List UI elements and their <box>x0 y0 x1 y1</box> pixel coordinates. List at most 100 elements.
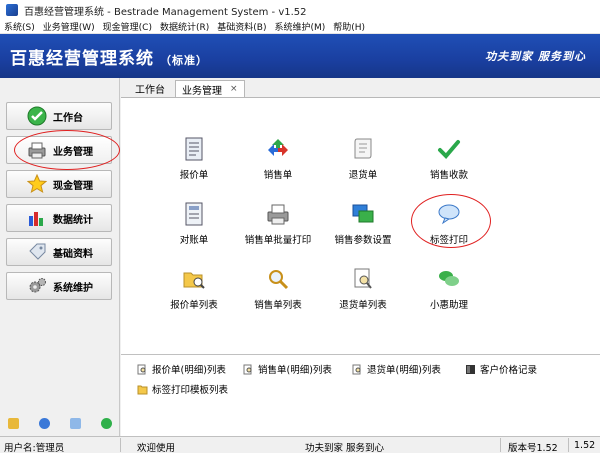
grid-item-label: 标签打印 <box>429 235 468 246</box>
chat-icon <box>436 266 462 292</box>
grid-item-quote-list[interactable]: 报价单列表 <box>149 266 239 311</box>
status-separator <box>120 438 121 452</box>
link-label: 标签打印模板列表 <box>152 385 229 396</box>
sidebar-item-maintenance[interactable]: 系统维护 <box>6 272 112 300</box>
grid-item-label: 销售单 <box>263 170 293 181</box>
status-slogan: 功夫到家 服务到心 <box>305 443 385 453</box>
ledger-icon <box>181 201 207 227</box>
sidebar-item-cash[interactable]: 现金管理 <box>6 170 112 198</box>
page-search-icon <box>352 364 363 375</box>
tab-label: 工作台 <box>135 85 165 96</box>
grid-item-assistant[interactable]: 小惠助理 <box>404 266 494 311</box>
status-version-label: 版本号1.52 <box>508 443 558 453</box>
grid-item-sales-settings[interactable]: 销售参数设置 <box>318 201 408 246</box>
book-icon <box>465 364 476 375</box>
grid-item-label: 销售单批量打印 <box>244 235 312 246</box>
menu-help[interactable]: 帮助(H) <box>333 20 365 33</box>
tab-bar: 工作台 业务管理 × <box>121 78 600 98</box>
menu-cash[interactable]: 现金管理(C) <box>103 20 152 33</box>
status-bar: 用户名:管理员 欢迎使用 功夫到家 服务到心 版本号1.52 1.52 <box>0 436 600 453</box>
grid-item-return-list[interactable]: 退货单列表 <box>318 266 408 311</box>
link-label: 客户价格记录 <box>480 365 538 376</box>
menu-basic-data[interactable]: 基础资料(B) <box>217 20 266 33</box>
grid-item-quote[interactable]: 报价单 <box>149 136 239 181</box>
banner: 百惠经营管理系统 （标准） 功夫到家 服务到心 <box>0 34 600 78</box>
menu-bar: 系统(S) 业务管理(W) 现金管理(C) 数据统计(R) 基础资料(B) 系统… <box>0 20 600 34</box>
link-label: 报价单(明细)列表 <box>152 365 226 376</box>
link-label-template-list[interactable]: 标签打印模板列表 <box>137 382 228 396</box>
tab-business[interactable]: 业务管理 × <box>175 80 245 97</box>
grid-item-sales-list[interactable]: 销售单列表 <box>233 266 323 311</box>
grid-item-label: 销售单列表 <box>254 300 302 311</box>
link-quote-detail-list[interactable]: 报价单(明细)列表 <box>137 362 226 376</box>
menu-statistics[interactable]: 数据统计(R) <box>160 20 209 33</box>
page-search-icon <box>243 364 254 375</box>
note-icon[interactable] <box>8 417 19 429</box>
status-welcome: 欢迎使用 <box>137 443 176 453</box>
sidebar-item-statistics[interactable]: 数据统计 <box>6 204 112 232</box>
brand-name: 百惠经营管理系统 <box>10 48 154 69</box>
brand-title: 百惠经营管理系统 （标准） <box>10 44 208 69</box>
page-search-icon <box>137 364 148 375</box>
tab-workbench[interactable]: 工作台 <box>129 80 171 97</box>
folder-icon <box>137 384 148 395</box>
sidebar-item-label: 系统维护 <box>53 282 93 294</box>
title-bar: 百惠经营管理系统 - Bestrade Management System - … <box>0 0 600 20</box>
sidebar-item-workbench[interactable]: 工作台 <box>6 102 112 130</box>
grid-item-batch-print[interactable]: 销售单批量打印 <box>233 201 323 246</box>
document-icon <box>181 136 207 162</box>
scroll-icon <box>350 136 376 162</box>
sidebar-item-label: 数据统计 <box>53 214 93 226</box>
grid-item-label: 销售参数设置 <box>334 235 392 246</box>
refresh-icon[interactable] <box>101 417 112 429</box>
sidebar: 工作台 业务管理 现金管理 数据统计 基础资料 系统维护 <box>0 78 120 436</box>
status-separator <box>568 438 569 452</box>
clock-icon[interactable] <box>39 417 50 429</box>
check-icon <box>27 106 47 126</box>
grid-item-sales-receipt[interactable]: 销售收款 <box>404 136 494 181</box>
grid-item-statement[interactable]: 对账单 <box>149 201 239 246</box>
sidebar-item-label: 现金管理 <box>53 180 93 192</box>
banner-slogan: 功夫到家 服务到心 <box>485 50 586 63</box>
grid-item-label-print[interactable]: 标签打印 <box>404 201 494 246</box>
magnifier-icon <box>265 266 291 292</box>
grid-item-return-order[interactable]: 退货单 <box>318 136 408 181</box>
brand-edition: （标准） <box>160 53 208 67</box>
grid-item-label: 报价单列表 <box>170 300 218 311</box>
grid-item-label: 对账单 <box>179 235 209 246</box>
grid-item-label: 销售收款 <box>429 170 468 181</box>
sidebar-item-label: 工作台 <box>53 112 83 124</box>
sidebar-item-business[interactable]: 业务管理 <box>6 136 112 164</box>
windows-icon <box>350 201 376 227</box>
grid-item-label: 小惠助理 <box>429 300 468 311</box>
grid-item-label: 退货单列表 <box>339 300 387 311</box>
menu-system[interactable]: 系统(S) <box>4 20 35 33</box>
link-sales-detail-list[interactable]: 销售单(明细)列表 <box>243 362 332 376</box>
link-return-detail-list[interactable]: 退货单(明细)列表 <box>352 362 441 376</box>
sidebar-item-label: 基础资料 <box>53 248 93 260</box>
tab-label: 业务管理 <box>182 85 222 97</box>
app-icon <box>6 4 18 16</box>
page-search-icon <box>350 266 376 292</box>
link-customer-price-record[interactable]: 客户价格记录 <box>465 362 537 376</box>
link-label: 退货单(明细)列表 <box>367 365 441 376</box>
sidebar-item-basic-data[interactable]: 基础资料 <box>6 238 112 266</box>
link-label: 销售单(明细)列表 <box>258 365 332 376</box>
checkmark-icon <box>436 136 462 162</box>
window-icon[interactable] <box>70 417 81 429</box>
folder-search-icon <box>181 266 207 292</box>
gears-icon <box>27 276 47 296</box>
sidebar-item-label: 业务管理 <box>53 146 93 158</box>
menu-maintenance[interactable]: 系统维护(M) <box>274 20 325 33</box>
grid-item-sales-order[interactable]: 销售单 <box>233 136 323 181</box>
divider <box>121 354 600 355</box>
speech-bubble-icon <box>436 201 462 227</box>
window-title: 百惠经营管理系统 - Bestrade Management System - … <box>24 6 307 18</box>
bar-chart-icon <box>27 208 47 228</box>
status-version: 1.52 <box>574 440 596 451</box>
menu-business[interactable]: 业务管理(W) <box>43 20 95 33</box>
close-icon[interactable]: × <box>230 84 238 94</box>
printer-icon <box>265 201 291 227</box>
status-user: 用户名:管理员 <box>4 443 65 453</box>
tag-icon <box>27 242 47 262</box>
